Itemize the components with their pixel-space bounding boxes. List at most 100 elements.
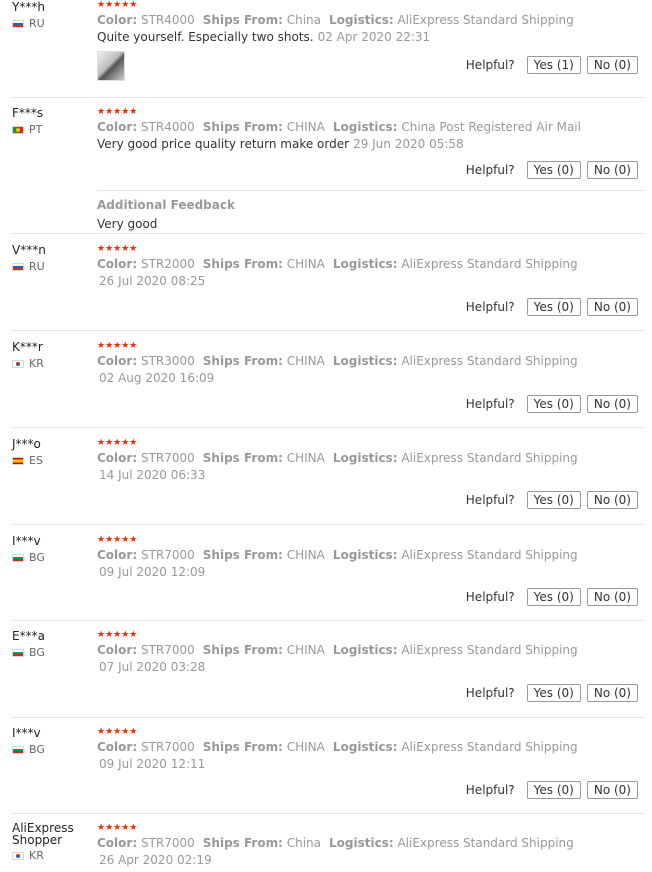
reviewer-name: AliExpress Shopper bbox=[12, 821, 74, 847]
ships-from-value: CHINA bbox=[286, 451, 325, 465]
logistics-value: AliExpress Standard Shipping bbox=[401, 740, 578, 754]
logistics-value: AliExpress Standard Shipping bbox=[401, 643, 578, 657]
helpful-label: Helpful? bbox=[465, 493, 515, 507]
star-rating: ★★★★★ bbox=[97, 244, 138, 254]
review-text: Very good price quality return make orde… bbox=[97, 137, 350, 151]
review-item: AliExpress Shopper KR ★★★★★ Color: STR70… bbox=[12, 814, 644, 872]
helpful-label: Helpful? bbox=[465, 300, 515, 314]
color-value: STR2000 bbox=[140, 257, 195, 271]
helpful-controls: Helpful? Yes (0) No (0) bbox=[466, 684, 638, 702]
ships-from-value: CHINA bbox=[286, 548, 325, 562]
helpful-label: Helpful? bbox=[465, 163, 515, 177]
helpful-controls: Helpful? Yes (0) No (0) bbox=[466, 491, 638, 509]
logistics-value: AliExpress Standard Shipping bbox=[401, 451, 578, 465]
flag-icon bbox=[12, 553, 24, 562]
star-rating: ★★★★★ bbox=[97, 823, 138, 833]
review-date: 02 Apr 2020 22:31 bbox=[317, 30, 431, 44]
reviewer-name: K***r bbox=[12, 340, 43, 354]
order-info: Color: STR4000 Ships From: China Logistics… bbox=[97, 13, 574, 27]
flag-icon bbox=[12, 125, 24, 134]
review-item: V***n RU ★★★★★ Color: STR2000 Ships From:… bbox=[12, 234, 644, 331]
star-rating: ★★★★★ bbox=[97, 630, 138, 640]
reviewer-country: RU bbox=[29, 17, 45, 30]
helpful-controls: Helpful? Yes (0) No (0) bbox=[466, 395, 638, 413]
helpful-yes-button[interactable]: Yes (0) bbox=[526, 298, 581, 316]
helpful-no-button[interactable]: No (0) bbox=[586, 395, 638, 413]
order-info: Color: STR4000 Ships From: CHINA Logistics… bbox=[97, 120, 581, 134]
flag-icon bbox=[12, 359, 24, 368]
review-item: F***s PT ★★★★★ Color: STR4000 Ships From:… bbox=[12, 98, 644, 234]
helpful-yes-button[interactable]: Yes (1) bbox=[526, 56, 581, 74]
reviewer-info: I***v BG bbox=[12, 726, 92, 756]
helpful-yes-button[interactable]: Yes (0) bbox=[526, 491, 581, 509]
order-info: Color: STR7000 Ships From: CHINA Logistics… bbox=[97, 643, 578, 657]
star-rating: ★★★★★ bbox=[97, 438, 138, 448]
reviewer-info: E***a BG bbox=[12, 629, 92, 659]
reviewer-country: BG bbox=[29, 646, 45, 659]
review-item: J***o ES ★★★★★ Color: STR7000 Ships From:… bbox=[12, 428, 644, 525]
star-rating: ★★★★★ bbox=[97, 727, 138, 737]
review-date: 26 Apr 2020 02:19 bbox=[99, 853, 212, 867]
helpful-no-button[interactable]: No (0) bbox=[586, 588, 638, 606]
helpful-yes-button[interactable]: Yes (0) bbox=[526, 161, 581, 179]
logistics-value: AliExpress Standard Shipping bbox=[401, 257, 578, 271]
reviewer-country: BG bbox=[29, 551, 45, 564]
ships-from-value: China bbox=[286, 836, 321, 850]
review-item: K***r KR ★★★★★ Color: STR3000 Ships From:… bbox=[12, 331, 644, 428]
helpful-yes-button[interactable]: Yes (0) bbox=[526, 684, 581, 702]
star-rating: ★★★★★ bbox=[97, 341, 138, 351]
ships-from-value: CHINA bbox=[286, 643, 325, 657]
helpful-no-button[interactable]: No (0) bbox=[586, 298, 638, 316]
logistics-value: China Post Registered Air Mail bbox=[401, 120, 581, 134]
reviewer-name: I***v bbox=[12, 726, 41, 740]
review-date: 14 Jul 2020 06:33 bbox=[99, 468, 206, 482]
reviewer-name: J***o bbox=[12, 437, 41, 451]
helpful-no-button[interactable]: No (0) bbox=[586, 491, 638, 509]
reviewer-name: Y***h bbox=[12, 0, 45, 14]
review-date: 07 Jul 2020 03:28 bbox=[99, 660, 206, 674]
review-date: 02 Aug 2020 16:09 bbox=[99, 371, 215, 385]
reviewer-country: KR bbox=[29, 849, 44, 862]
order-info: Color: STR7000 Ships From: CHINA Logistics… bbox=[97, 548, 578, 562]
helpful-controls: Helpful? Yes (0) No (0) bbox=[466, 588, 638, 606]
reviewer-info: I***v BG bbox=[12, 534, 92, 564]
color-value: STR4000 bbox=[140, 120, 195, 134]
flag-icon bbox=[12, 648, 24, 657]
review-photo[interactable] bbox=[97, 51, 125, 81]
flag-icon bbox=[12, 456, 24, 465]
reviewer-name: V***n bbox=[12, 243, 46, 257]
helpful-yes-button[interactable]: Yes (0) bbox=[526, 588, 581, 606]
additional-feedback-text: Very good bbox=[97, 217, 158, 231]
order-info: Color: STR3000 Ships From: CHINA Logistics… bbox=[97, 354, 578, 368]
order-info: Color: STR7000 Ships From: China Logistics… bbox=[97, 836, 574, 850]
ships-from-value: CHINA bbox=[286, 120, 325, 134]
ships-from-value: CHINA bbox=[286, 257, 325, 271]
flag-icon bbox=[12, 745, 24, 754]
star-rating: ★★★★★ bbox=[97, 0, 138, 10]
color-value: STR7000 bbox=[140, 548, 195, 562]
color-value: STR7000 bbox=[140, 740, 195, 754]
star-rating: ★★★★★ bbox=[97, 107, 138, 117]
review-text: Quite yourself. Especially two shots. bbox=[97, 30, 314, 44]
reviewer-country: PT bbox=[29, 123, 43, 136]
color-value: STR3000 bbox=[140, 354, 195, 368]
helpful-no-button[interactable]: No (0) bbox=[586, 781, 638, 799]
additional-feedback: Additional Feedback Very good bbox=[97, 190, 644, 232]
helpful-no-button[interactable]: No (0) bbox=[586, 56, 638, 74]
helpful-label: Helpful? bbox=[465, 783, 515, 797]
reviewer-info: V***n RU bbox=[12, 243, 92, 273]
flag-icon bbox=[12, 19, 24, 28]
review-date: 29 Jun 2020 05:58 bbox=[353, 137, 464, 151]
helpful-yes-button[interactable]: Yes (0) bbox=[526, 395, 581, 413]
helpful-yes-button[interactable]: Yes (0) bbox=[526, 781, 581, 799]
review-date: 26 Jul 2020 08:25 bbox=[99, 274, 206, 288]
helpful-no-button[interactable]: No (0) bbox=[586, 684, 638, 702]
reviewer-name: E***a bbox=[12, 629, 45, 643]
order-info: Color: STR2000 Ships From: CHINA Logistics… bbox=[97, 257, 578, 271]
helpful-label: Helpful? bbox=[465, 590, 515, 604]
reviewer-info: J***o ES bbox=[12, 437, 92, 467]
order-info: Color: STR7000 Ships From: CHINA Logistics… bbox=[97, 451, 578, 465]
helpful-controls: Helpful? Yes (0) No (0) bbox=[466, 161, 638, 179]
helpful-no-button[interactable]: No (0) bbox=[586, 161, 638, 179]
star-rating: ★★★★★ bbox=[97, 535, 138, 545]
